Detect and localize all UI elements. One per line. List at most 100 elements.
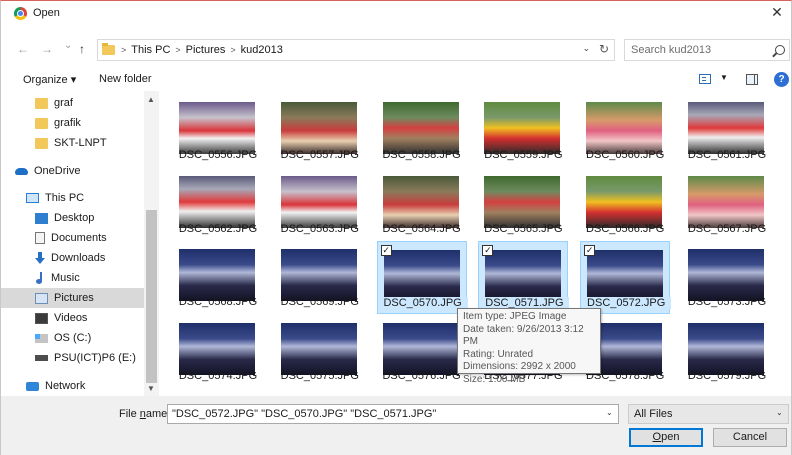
usb-drive-icon — [35, 355, 48, 361]
file-tile[interactable]: DSC_0563.JPG — [275, 168, 365, 241]
open-file-dialog: Open ✕ ← → ⌄ ↑ > This PC > Pictures > ku… — [0, 0, 792, 455]
tooltip-item-type: Item type: JPEG Image — [463, 311, 567, 322]
breadcrumb-separator: > — [175, 45, 181, 55]
file-tile[interactable]: DSC_0558.JPG — [377, 94, 467, 167]
breadcrumb-separator: > — [121, 45, 127, 55]
scroll-up-icon[interactable]: ▲ — [147, 95, 155, 104]
new-folder-button[interactable]: New folder — [99, 73, 152, 85]
file-name-input[interactable]: "DSC_0572.JPG" "DSC_0570.JPG" "DSC_0571.… — [167, 404, 619, 424]
file-name-label: DSC_0561.JPG — [687, 149, 767, 161]
file-name-dropdown-icon[interactable]: ⌄ — [606, 408, 613, 417]
address-bar[interactable]: > This PC > Pictures > kud2013 ⌄ ↻ — [97, 39, 615, 61]
file-type-dropdown-icon[interactable]: ⌄ — [776, 408, 783, 417]
refresh-icon[interactable]: ↻ — [599, 42, 609, 56]
nav-item-os-c[interactable]: OS (C:) — [1, 328, 144, 348]
nav-item-grafik[interactable]: grafik — [1, 113, 144, 133]
file-name-label: DSC_0573.JPG — [687, 296, 767, 308]
file-tile[interactable]: DSC_0561.JPG — [682, 94, 772, 167]
nav-item-downloads[interactable]: Downloads — [1, 248, 144, 268]
folder-icon — [35, 137, 48, 149]
file-tile[interactable]: DSC_0575.JPG — [275, 315, 365, 388]
open-button[interactable]: Open — [629, 428, 703, 447]
open-label: pen — [661, 431, 680, 443]
nav-item-label: Videos — [54, 312, 88, 324]
file-tile[interactable]: DSC_0574.JPG — [173, 315, 263, 388]
command-toolbar: Organize ▾ New folder ▼ ? — [1, 69, 791, 91]
file-type-select[interactable]: All Files — [628, 404, 789, 424]
address-dropdown-icon[interactable]: ⌄ — [582, 43, 590, 54]
nav-item-graf[interactable]: graf — [1, 93, 144, 113]
file-tile[interactable]: ✓ DSC_0571.JPG — [478, 241, 570, 314]
image-thumbnail — [382, 322, 459, 375]
folder-icon — [102, 43, 115, 55]
network-icon — [26, 381, 39, 391]
file-tile[interactable]: DSC_0564.JPG — [377, 168, 467, 241]
nav-item-label: Documents — [51, 232, 107, 244]
selection-checkbox[interactable]: ✓ — [584, 245, 596, 256]
file-tile[interactable]: DSC_0576.JPG — [377, 315, 467, 388]
file-tile[interactable]: DSC_0560.JPG — [580, 94, 670, 167]
file-tile[interactable]: DSC_0567.JPG — [682, 168, 772, 241]
file-tile[interactable]: DSC_0568.JPG — [173, 241, 263, 314]
image-thumbnail — [382, 175, 459, 228]
change-view-icon[interactable] — [699, 74, 711, 84]
selection-checkbox[interactable]: ✓ — [482, 245, 494, 256]
open-accesskey: O — [652, 431, 662, 443]
nav-item-psu-ict-p6-e[interactable]: PSU(ICT)P6 (E:) — [1, 348, 144, 368]
image-thumbnail — [586, 102, 663, 154]
file-tile[interactable]: DSC_0569.JPG — [275, 241, 365, 314]
search-icon[interactable] — [775, 45, 785, 55]
up-button[interactable]: ↑ — [79, 42, 85, 56]
file-name-label: DSC_0568.JPG — [178, 296, 258, 308]
organize-button[interactable]: Organize ▾ — [23, 73, 76, 86]
file-tile[interactable]: ✓ DSC_0570.JPG — [376, 241, 468, 314]
search-input[interactable]: Search kud2013 — [624, 39, 790, 61]
nav-item-documents[interactable]: Documents — [1, 228, 144, 248]
file-tile[interactable]: DSC_0579.JPG — [682, 315, 772, 388]
selection-checkbox[interactable]: ✓ — [380, 245, 392, 256]
file-tile[interactable]: DSC_0565.JPG — [478, 168, 568, 241]
file-name-label: DSC_0575.JPG — [280, 369, 359, 382]
file-name-label: DSC_0565.JPG — [484, 222, 563, 235]
navigation-pane: graf grafik SKT-LNPT OneDrive This PC Desktop… — [1, 91, 159, 396]
file-tile[interactable]: DSC_0559.JPG — [478, 94, 568, 167]
image-thumbnail — [280, 322, 357, 375]
nav-scrollbar-thumb[interactable] — [146, 210, 157, 383]
cancel-button[interactable]: Cancel — [713, 428, 787, 447]
scroll-down-icon[interactable]: ▼ — [147, 384, 155, 393]
image-thumbnail — [382, 102, 459, 154]
music-icon — [35, 272, 45, 284]
close-button[interactable]: ✕ — [763, 1, 791, 25]
image-thumbnail — [280, 102, 357, 154]
nav-item-label: graf — [54, 97, 73, 109]
breadcrumb-pictures[interactable]: Pictures — [186, 44, 226, 56]
title-bar: Open ✕ — [1, 1, 791, 25]
nav-item-this-pc[interactable]: This PC — [1, 188, 144, 208]
file-tile[interactable]: ✓ DSC_0572.JPG — [580, 241, 672, 314]
tooltip-rating: Rating: Unrated — [463, 348, 534, 360]
file-tile[interactable]: DSC_0562.JPG — [173, 168, 263, 241]
file-tile[interactable]: DSC_0566.JPG — [580, 168, 670, 241]
folder-icon — [35, 117, 48, 129]
breadcrumb-this-pc[interactable]: This PC — [131, 44, 170, 56]
nav-item-skt-lnpt[interactable]: SKT-LNPT — [1, 133, 144, 153]
file-tile[interactable]: DSC_0557.JPG — [275, 94, 365, 167]
help-icon[interactable]: ? — [774, 72, 789, 87]
view-options-dropdown[interactable]: ▼ — [720, 73, 728, 82]
file-tile[interactable]: DSC_0556.JPG — [173, 94, 263, 167]
nav-item-network[interactable]: Network — [1, 376, 144, 396]
breadcrumb-kud2013[interactable]: kud2013 — [241, 44, 283, 56]
nav-item-desktop[interactable]: Desktop — [1, 208, 144, 228]
back-button[interactable]: ← — [17, 42, 29, 56]
recent-locations-button[interactable]: ⌄ — [64, 40, 72, 51]
preview-pane-icon[interactable] — [746, 74, 758, 85]
nav-item-music[interactable]: Music — [1, 268, 144, 288]
nav-item-pictures[interactable]: Pictures — [1, 288, 144, 308]
nav-item-onedrive[interactable]: OneDrive — [1, 161, 144, 181]
image-thumbnail — [179, 102, 255, 154]
file-tile[interactable]: DSC_0573.JPG — [682, 241, 772, 314]
nav-item-videos[interactable]: Videos — [1, 308, 144, 328]
nav-item-label: PSU(ICT)P6 (E:) — [54, 352, 136, 364]
forward-button[interactable]: → — [41, 42, 53, 56]
image-thumbnail — [280, 175, 357, 228]
